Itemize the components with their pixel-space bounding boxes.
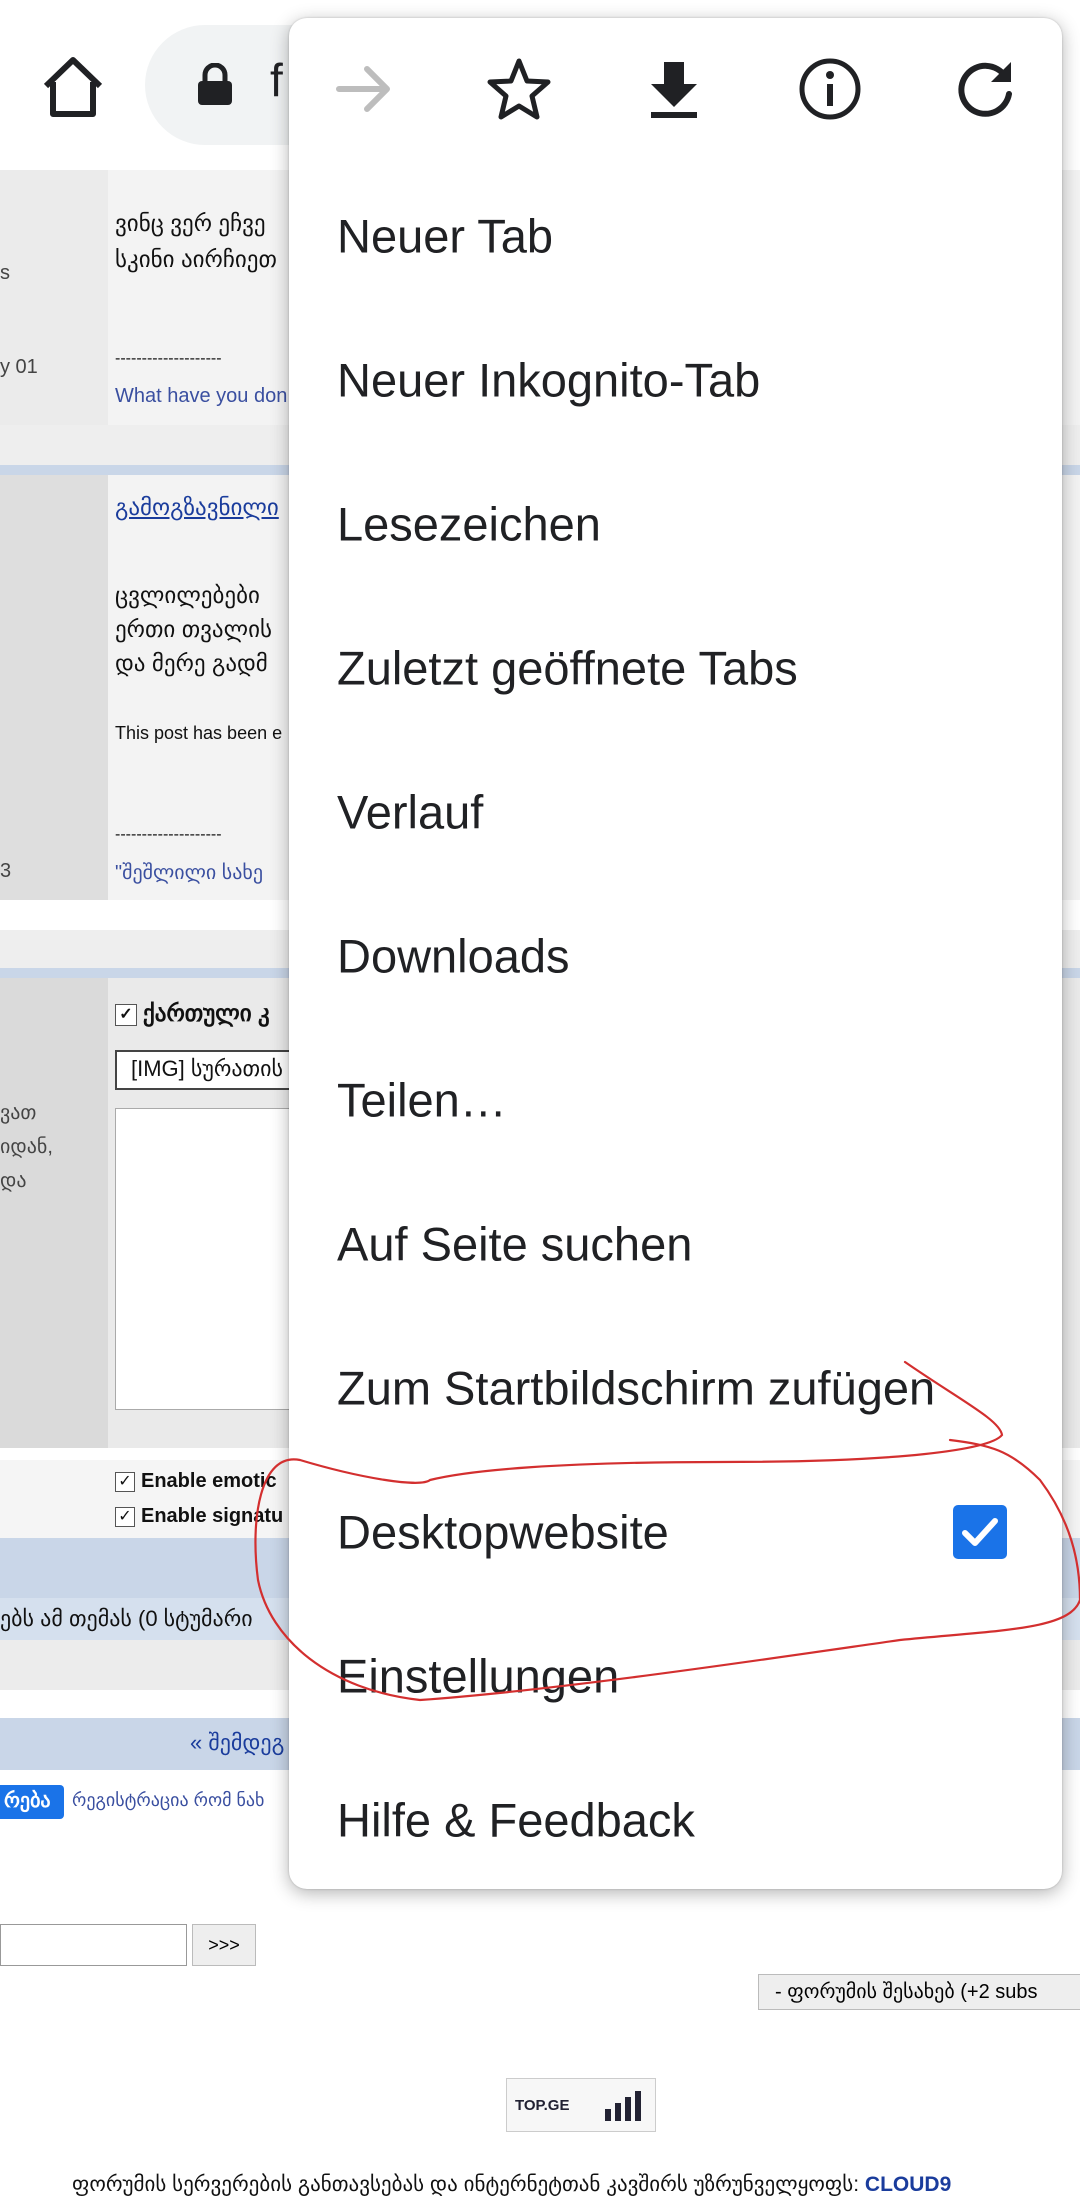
menu-item-downloads[interactable]: Downloads (289, 884, 1062, 1028)
checkbox-icon: ✓ (115, 1471, 135, 1492)
register-link[interactable]: რეგისტრაცია რომ ნახ (72, 1790, 264, 1811)
post-title-link[interactable]: გამოგზავნილი (115, 490, 279, 524)
lang-checkbox-label: ქართული კ (143, 1000, 270, 1026)
post-text: სკინი აირჩიეთ (115, 246, 277, 272)
checkmark-icon (962, 1518, 998, 1546)
post-author-col (0, 170, 108, 425)
post-text: ცვლილებები (115, 582, 260, 608)
enable-emoticons-label: Enable emotic (141, 1470, 277, 1492)
signature-link[interactable]: "შეშლილი სახე (115, 860, 263, 885)
enable-signature-label: Enable signatu (141, 1505, 284, 1527)
post-text: ვინც ვერ ეჩვე (115, 210, 266, 236)
menu-item-label: Zuletzt geöffnete Tabs (337, 641, 798, 695)
reply-side-col (0, 978, 108, 1448)
home-icon[interactable] (38, 52, 108, 122)
post-meta: 3 (0, 860, 12, 882)
footer-link[interactable]: CLOUD9 (865, 2173, 951, 2196)
reply-hint: იდან, (0, 1136, 53, 1158)
menu-item-new-tab[interactable]: Neuer Tab (289, 164, 1062, 308)
menu-item-label: Lesezeichen (337, 497, 601, 551)
forum-jump-selected: - ფორუმის შესახებ (+2 subs (775, 1981, 1038, 2003)
menu-item-label: Auf Seite suchen (337, 1217, 693, 1271)
menu-item-label: Neuer Tab (337, 209, 553, 263)
menu-item-find-in-page[interactable]: Auf Seite suchen (289, 1172, 1062, 1316)
menu-item-label: Downloads (337, 929, 570, 983)
menu-item-recent-tabs[interactable]: Zuletzt geöffnete Tabs (289, 596, 1062, 740)
download-icon[interactable] (639, 54, 709, 124)
star-icon[interactable] (484, 54, 554, 124)
menu-item-history[interactable]: Verlauf (289, 740, 1062, 884)
menu-item-label: Einstellungen (337, 1649, 620, 1703)
reply-textarea[interactable] (115, 1108, 317, 1410)
lock-icon (195, 62, 235, 107)
prev-next-link[interactable]: « შემდეგ (190, 1726, 284, 1760)
signature-divider: -------------------- (115, 350, 222, 367)
menu-item-share[interactable]: Teilen… (289, 1028, 1062, 1172)
bar-chart-icon (603, 2091, 647, 2121)
menu-item-settings[interactable]: Einstellungen (289, 1604, 1062, 1748)
register-button[interactable]: რება (0, 1785, 64, 1819)
img-bbcode-label: [IMG] სურათის (131, 1056, 284, 1081)
enable-signature-checkbox[interactable]: ✓ Enable signatu (115, 1505, 283, 1528)
go-button[interactable]: >>> (192, 1924, 256, 1966)
desktop-site-checkbox[interactable] (953, 1505, 1007, 1559)
menu-item-label: Verlauf (337, 785, 484, 839)
info-icon[interactable] (795, 54, 865, 124)
post-text: და მერე გადმ (115, 650, 268, 676)
register-button-label: რება (4, 1790, 51, 1812)
forum-jump-select[interactable]: - ფორუმის შესახებ (+2 subs (758, 1974, 1080, 2010)
jump-input[interactable] (0, 1924, 187, 1966)
top-ge-badge[interactable]: TOP.GE (506, 2078, 656, 2132)
checkbox-icon: ✓ (115, 1003, 137, 1026)
signature-divider: -------------------- (115, 826, 222, 843)
enable-emoticons-checkbox[interactable]: ✓ Enable emotic (115, 1470, 277, 1493)
reply-hint: და (0, 1170, 27, 1192)
signature-link[interactable]: What have you don (115, 385, 287, 408)
lang-checkbox[interactable]: ✓ ქართული კ (115, 996, 270, 1030)
menu-item-label: Zum Startbildschirm zufügen (337, 1361, 936, 1415)
overflow-menu: Neuer Tab Neuer Inkognito-Tab Lesezeiche… (289, 18, 1062, 1889)
menu-item-help-feedback[interactable]: Hilfe & Feedback (289, 1748, 1062, 1892)
menu-item-label: Teilen… (337, 1073, 507, 1127)
reload-icon[interactable] (951, 54, 1021, 124)
post-author-col (0, 475, 108, 900)
edited-note: This post has been e (115, 723, 283, 743)
url-text: f (270, 54, 283, 106)
menu-item-bookmarks[interactable]: Lesezeichen (289, 452, 1062, 596)
reply-hint: ვათ (0, 1102, 37, 1124)
menu-item-label: Hilfe & Feedback (337, 1793, 695, 1847)
checkbox-icon: ✓ (115, 1506, 135, 1527)
post-meta: y 01 (0, 356, 38, 378)
top-ge-label: TOP.GE (515, 2097, 570, 2114)
post-text: ერთი თვალის (115, 616, 272, 642)
post-meta: s (0, 262, 10, 284)
menu-item-incognito-tab[interactable]: Neuer Inkognito-Tab (289, 308, 1062, 452)
readers-info: ებს ამ თემას (0 სტუმარი (0, 1606, 253, 1631)
forward-arrow-icon[interactable] (329, 54, 399, 124)
menu-item-label: Desktopwebsite (337, 1505, 669, 1559)
menu-icon-row (289, 18, 1062, 158)
menu-item-label: Neuer Inkognito-Tab (337, 353, 761, 407)
footer-hosting: ფორუმის სერვერების განთავსებას და ინტერნ… (72, 2172, 951, 2197)
footer-text: ფორუმის სერვერების განთავსებას და ინტერნ… (72, 2173, 860, 2196)
menu-item-add-to-home-screen[interactable]: Zum Startbildschirm zufügen (289, 1316, 1062, 1460)
menu-item-desktop-site[interactable]: Desktopwebsite (289, 1460, 1062, 1604)
